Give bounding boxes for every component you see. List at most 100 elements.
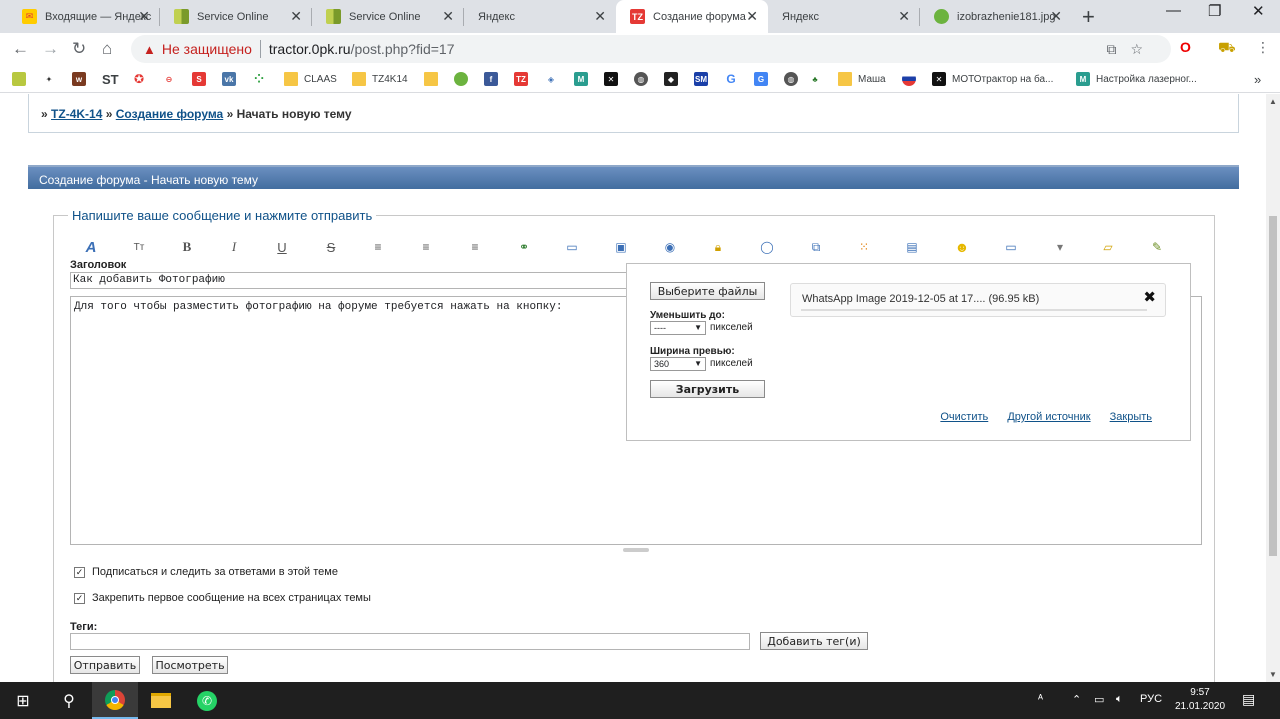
upload-folder-icon[interactable]: ▱ (1098, 237, 1118, 257)
tab-service-online-1[interactable]: Service Online ✕ (160, 0, 312, 33)
code-icon[interactable]: ⧉ (806, 237, 826, 257)
restore-icon[interactable]: ❐ (1208, 2, 1221, 20)
video-icon[interactable]: ◉ (660, 237, 680, 257)
bookmark-tz[interactable]: TZ (514, 71, 528, 87)
tab-service-online-2[interactable]: Service Online ✕ (312, 0, 464, 33)
preview-button[interactable]: Посмотреть (152, 656, 228, 674)
submit-button[interactable]: Отправить (70, 656, 140, 674)
image-icon[interactable]: ▣ (611, 237, 631, 257)
bookmark-25[interactable]: ♣ (808, 71, 822, 87)
window-close-icon[interactable]: ✕ (1252, 2, 1265, 20)
clear-link[interactable]: Очистить (940, 411, 988, 423)
scroll-down-icon[interactable]: ▼ (1269, 670, 1277, 679)
new-tab-button[interactable]: + (1082, 4, 1095, 30)
breadcrumb-link-section[interactable]: Создание форума (116, 107, 223, 121)
address-bar[interactable]: ▲ Не защищено tractor.0pk.ru /post.php?f… (131, 35, 1171, 63)
tab-inbox[interactable]: ✉ Входящие — Яндекс ✕ (8, 0, 160, 33)
bookmark-tz4k14[interactable]: TZ4K14 (352, 71, 408, 87)
tab-forum-create[interactable]: TZ Создание форума - ✕ (616, 0, 768, 33)
resize-handle[interactable] (623, 548, 649, 552)
keyboard-icon[interactable]: ▭ (1001, 237, 1021, 257)
strikethrough-icon[interactable]: S (321, 237, 341, 257)
reload-icon[interactable]: ↻ (72, 39, 86, 59)
close-icon[interactable]: ✕ (138, 9, 150, 23)
bookmark-masha[interactable]: Маша (838, 71, 886, 87)
close-icon[interactable]: ✕ (746, 9, 758, 23)
link-icon[interactable]: ⚭ (514, 237, 534, 257)
text-size-icon[interactable]: Tт (129, 237, 149, 257)
bookmark-18[interactable]: ✕ (604, 71, 618, 87)
bookmark-21[interactable]: SM (694, 71, 708, 87)
choose-files-button[interactable]: Выберите файлы (650, 282, 765, 300)
quote-icon[interactable]: ◯ (757, 237, 777, 257)
other-source-link[interactable]: Другой источник (1007, 411, 1090, 423)
cast-icon[interactable]: ⧉ (1106, 41, 1130, 57)
close-icon[interactable]: ✕ (442, 9, 454, 23)
remove-file-icon[interactable]: ✖ (1143, 288, 1156, 306)
bookmark-translate[interactable]: G (754, 71, 768, 87)
file-explorer-icon[interactable] (138, 682, 184, 719)
color-icon[interactable]: ⁙ (854, 237, 874, 257)
bookmark-6[interactable]: ⊖ (162, 71, 176, 87)
back-icon[interactable]: ← (12, 39, 29, 59)
scroll-thumb[interactable] (1269, 216, 1277, 556)
volume-icon[interactable]: 🔈︎ (1116, 693, 1123, 706)
underline-icon[interactable]: U (272, 237, 292, 257)
bookmark-claas[interactable]: CLAAS (284, 71, 337, 87)
pin-checkbox[interactable]: ✓ (74, 592, 85, 604)
close-icon[interactable]: ✕ (290, 9, 302, 23)
battery-icon[interactable]: ▭ (1094, 693, 1104, 706)
forward-icon[interactable]: → (42, 39, 59, 59)
bookmark-1[interactable] (12, 71, 26, 87)
opera-icon[interactable]: O (1180, 39, 1191, 55)
bookmark-7[interactable]: S (192, 71, 206, 87)
subscribe-checkbox[interactable]: ✓ (74, 566, 85, 578)
pen-icon[interactable]: ᴬ (1038, 693, 1043, 705)
page-scrollbar[interactable]: ▲ ▼ (1266, 94, 1280, 682)
bookmark-16[interactable]: ◈ (544, 71, 558, 87)
bookmark-mototraktor[interactable]: ✕ МОТОтрактор на ба... (932, 71, 1053, 87)
close-icon[interactable]: ✕ (1050, 9, 1062, 23)
align-left-icon[interactable]: ≡ (368, 237, 388, 257)
bookmark-13[interactable] (454, 71, 468, 87)
bookmark-20[interactable]: ◆ (664, 71, 678, 87)
bookmark-24[interactable]: ◍ (784, 71, 798, 87)
upload-button[interactable]: Загрузить (650, 380, 765, 398)
whatsapp-icon[interactable]: ✆ (184, 682, 230, 719)
bookmark-9[interactable]: ⁘ (252, 71, 266, 87)
font-icon[interactable]: A (81, 237, 101, 257)
bookmark-vk[interactable]: vk (222, 71, 236, 87)
breadcrumb-link-forum[interactable]: TZ-4K-14 (51, 107, 102, 121)
windows-start-icon[interactable]: ⊞ (0, 682, 46, 719)
close-link[interactable]: Закрыть (1110, 411, 1152, 423)
bold-icon[interactable]: B (177, 237, 197, 257)
language-indicator[interactable]: РУС (1140, 693, 1162, 705)
bookmark-fb[interactable]: f (484, 71, 498, 87)
align-center-icon[interactable]: ≡ (416, 237, 436, 257)
bookmark-5[interactable]: ✪ (132, 71, 146, 87)
tab-image[interactable]: izobrazhenie181.jpg ✕ (920, 0, 1072, 33)
bookmarks-more-button[interactable]: » (1254, 71, 1261, 87)
star-icon[interactable]: ☆ (1130, 41, 1157, 57)
bookmark-19[interactable]: ◍ (634, 71, 648, 87)
book-icon[interactable]: ▭ (562, 237, 582, 257)
home-icon[interactable]: ⌂ (102, 39, 112, 59)
align-right-icon[interactable]: ≡ (465, 237, 485, 257)
more-icon[interactable]: ▾ (1050, 237, 1070, 257)
security-status[interactable]: Не защищено (162, 41, 252, 57)
bookmark-laser[interactable]: M Настройка лазерног... (1076, 71, 1197, 87)
menu-icon[interactable]: ⋮ (1256, 39, 1270, 56)
extension-icon[interactable]: ⛟ (1218, 39, 1236, 58)
clock[interactable]: 9:57 21.01.2020 (1170, 686, 1230, 714)
bookmark-google[interactable]: G (724, 71, 738, 87)
bookmark-2[interactable]: ✦ (42, 71, 56, 87)
close-icon[interactable]: ✕ (898, 9, 910, 23)
bookmark-17[interactable]: M (574, 71, 588, 87)
lock-icon[interactable]: 🔒︎ (708, 237, 728, 257)
close-icon[interactable]: ✕ (594, 9, 606, 23)
bookmark-12[interactable] (424, 71, 438, 87)
reduce-select[interactable]: ---- ▼ (650, 321, 706, 335)
add-tags-button[interactable]: Добавить тег(и) (760, 632, 868, 650)
chrome-taskbar-icon[interactable] (92, 682, 138, 719)
bookmark-st[interactable]: ST (102, 71, 119, 87)
